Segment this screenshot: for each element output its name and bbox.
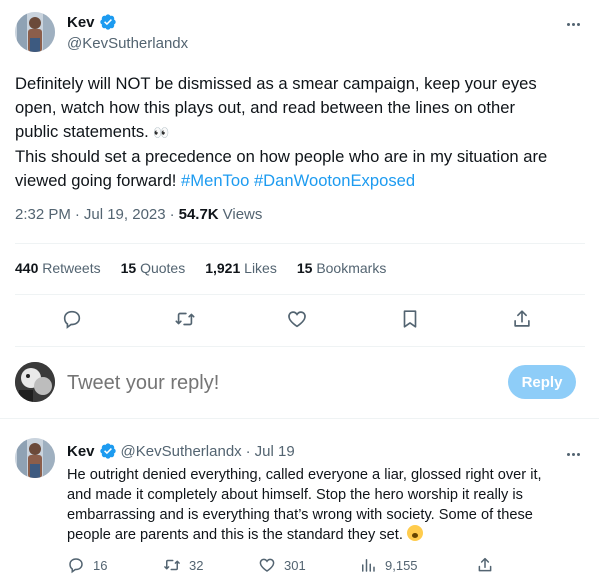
reply-date[interactable]: Jul 19	[255, 443, 295, 460]
divider	[15, 243, 585, 244]
meta-separator: ·	[245, 442, 251, 460]
retweets-label: Retweets	[42, 260, 101, 276]
views-count: 9,155	[385, 557, 418, 573]
likes-stat[interactable]: 1,921 Likes	[205, 260, 277, 276]
retweet-count: 32	[189, 557, 204, 573]
views-label: Views	[222, 206, 263, 223]
avatar-image	[15, 362, 55, 402]
share-icon[interactable]	[509, 306, 535, 332]
reply-button[interactable]: Reply	[508, 365, 576, 399]
author-handle[interactable]: @KevSutherlandx	[67, 35, 188, 52]
eyes-emoji: 👀	[153, 125, 169, 140]
tweet-text-line: public statements. 👀	[15, 120, 589, 145]
yawning-face-emoji	[406, 525, 423, 541]
bookmark-icon[interactable]	[397, 306, 423, 332]
quotes-count: 15	[120, 260, 137, 276]
tweet-stats: 440 Retweets 15 Quotes 1,921 Likes 15 Bo…	[15, 260, 386, 276]
quotes-stat[interactable]: 15 Quotes	[121, 260, 186, 276]
verified-badge-icon	[99, 442, 117, 460]
tweet-time[interactable]: 2:32 PM	[15, 206, 71, 223]
views-count: 54.7K	[178, 206, 219, 223]
hashtag-link[interactable]: #MenToo	[181, 171, 249, 190]
avatar-image	[15, 438, 55, 478]
meta-separator: ·	[169, 206, 175, 223]
reply-action-reply[interactable]: 16	[67, 556, 107, 574]
reply-action-share[interactable]	[476, 556, 494, 574]
verified-badge-icon	[99, 13, 117, 31]
reply-text-line: people are parents and this is the stand…	[67, 525, 592, 545]
tweet-text-segment: viewed going forward!	[15, 171, 177, 190]
tweet-actions	[15, 300, 585, 340]
bookmarks-stat[interactable]: 15 Bookmarks	[297, 260, 387, 276]
reply-text-line: He outright denied everything, called ev…	[67, 467, 542, 483]
divider	[15, 346, 585, 347]
tweet-text-line: open, watch how this plays out, and read…	[15, 98, 515, 117]
bookmarks-count: 15	[296, 260, 313, 276]
more-options-icon[interactable]	[562, 444, 584, 464]
reply-text-segment: people are parents and this is the stand…	[67, 527, 403, 543]
divider	[15, 294, 585, 295]
tweet-text-line: This should set a precedence on how peop…	[15, 147, 548, 166]
avatar-image	[15, 12, 55, 52]
tweet-text: Definitely will NOT be dismissed as a sm…	[15, 72, 589, 193]
reply-icon[interactable]	[59, 306, 85, 332]
likes-label: Likes	[244, 260, 277, 276]
reply-author-name[interactable]: Kev	[67, 443, 95, 460]
divider	[0, 418, 599, 419]
heart-icon	[259, 558, 275, 572]
user-avatar[interactable]	[15, 362, 55, 402]
tweet-text-segment: public statements.	[15, 122, 149, 141]
retweet-icon[interactable]	[172, 306, 198, 332]
reply-text-line: and made it completely about himself. St…	[67, 487, 523, 503]
tweet-text-line: viewed going forward! #MenToo #DanWooton…	[15, 169, 589, 193]
hashtag-link[interactable]: #DanWootonExposed	[254, 171, 415, 190]
retweets-count: 440	[15, 260, 39, 276]
reply-count: 16	[93, 557, 108, 573]
reply-input[interactable]	[67, 369, 487, 397]
reply-author-avatar[interactable]	[15, 438, 55, 478]
reply-action-like[interactable]: 301	[258, 556, 306, 574]
meta-separator: ·	[74, 206, 80, 223]
more-options-icon[interactable]	[562, 14, 584, 34]
heart-icon[interactable]	[284, 306, 310, 332]
reply-header: Kev @KevSutherlandx · Jul 19	[67, 442, 295, 460]
share-icon	[478, 557, 492, 572]
quotes-label: Quotes	[140, 260, 186, 276]
author-name-row: Kev	[67, 13, 117, 31]
reply-text: He outright denied everything, called ev…	[67, 465, 592, 545]
author-avatar[interactable]	[15, 12, 55, 52]
reply-action-retweet[interactable]: 32	[163, 556, 203, 574]
likes-count: 1,921	[205, 260, 241, 276]
bookmarks-label: Bookmarks	[316, 260, 387, 276]
tweet-date[interactable]: Jul 19, 2023	[84, 206, 166, 223]
tweet-text-line: Definitely will NOT be dismissed as a sm…	[15, 74, 537, 93]
retweets-stat[interactable]: 440 Retweets	[15, 260, 101, 276]
reply-action-views[interactable]: 9,155	[359, 556, 418, 574]
reply-author-handle[interactable]: @KevSutherlandx	[121, 443, 242, 460]
reply-icon	[69, 558, 83, 574]
reply-tweet[interactable]: Kev @KevSutherlandx · Jul 19 He outright…	[0, 432, 599, 586]
author-display-name[interactable]: Kev	[67, 14, 95, 31]
reply-text-line: embarrassing and is everything that’s wr…	[67, 507, 533, 523]
reply-actions: 16 32 301 9,155	[67, 556, 592, 578]
analytics-icon	[362, 559, 375, 572]
like-count: 301	[284, 557, 306, 573]
retweet-icon	[164, 559, 180, 571]
tweet-meta: 2:32 PM · Jul 19, 2023 · 54.7K Views	[15, 206, 262, 223]
reply-composer: Reply	[0, 352, 599, 412]
